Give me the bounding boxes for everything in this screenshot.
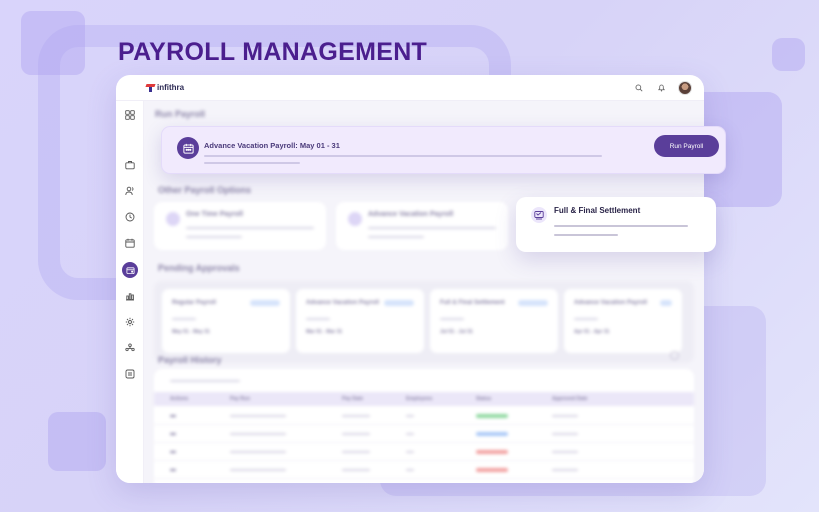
calendar-icon[interactable]: [124, 237, 136, 249]
pending-date: May 01 - May 31: [172, 329, 210, 335]
users-icon[interactable]: [124, 185, 136, 197]
pending-approvals: Regular Payroll May 01 - May 31 Advance …: [154, 281, 694, 363]
column-header: Actions: [170, 396, 189, 402]
status-pill-blue: [476, 432, 508, 436]
advance-vacation-icon: [348, 212, 362, 226]
bg-square-top-right: [772, 38, 805, 71]
column-header: Employees: [406, 396, 433, 402]
briefcase-icon[interactable]: [124, 159, 136, 171]
option-card-one-time[interactable]: One Time Payroll: [154, 202, 326, 250]
status-badge: [250, 300, 280, 306]
sidebar: [116, 101, 144, 483]
search-icon[interactable]: [634, 83, 644, 93]
brand-logo[interactable]: infithra: [146, 83, 184, 92]
column-header: Pay Run: [230, 396, 251, 402]
pending-name: Regular Payroll: [172, 300, 217, 306]
table-row[interactable]: [154, 443, 694, 461]
status-pill-red: [476, 450, 508, 454]
logo-text: infithra: [157, 83, 185, 92]
page-heading: PAYROLL MANAGEMENT: [118, 38, 428, 66]
status-pill-green: [476, 414, 508, 418]
run-payroll-title: Advance Vacation Payroll: May 01 - 31: [204, 141, 340, 150]
logo-mark-icon: [146, 83, 155, 92]
run-payroll-button[interactable]: Run Payroll: [654, 135, 719, 157]
table-row[interactable]: [154, 407, 694, 425]
pending-name: Advance Vacation Payroll: [574, 300, 648, 306]
section-title-pending: Pending Approvals: [158, 263, 240, 273]
document-icon[interactable]: [124, 368, 136, 380]
column-header: Status: [476, 396, 492, 402]
clock-icon[interactable]: [124, 211, 136, 223]
pending-name: Full & Final Settlement: [440, 300, 505, 306]
dashboard-icon[interactable]: [124, 109, 136, 121]
pending-name: Advance Vacation Payroll: [306, 300, 380, 306]
table-row[interactable]: [154, 425, 694, 443]
full-final-settlement-title: Full & Final Settlement: [554, 206, 641, 215]
column-header: Pay Date: [342, 396, 364, 402]
option-label: One Time Payroll: [186, 211, 244, 218]
pending-card[interactable]: Full & Final Settlement Jul 01 - Jul 31: [430, 289, 558, 353]
table-row[interactable]: [154, 461, 694, 479]
status-badge: [518, 300, 548, 306]
section-title-run-payroll: Run Payroll: [155, 109, 206, 119]
user-avatar[interactable]: [678, 80, 692, 95]
calendar-icon: [177, 137, 199, 159]
status-badge: [660, 300, 672, 306]
pending-date: Apr 01 - Apr 31: [574, 329, 610, 335]
status-badge: [384, 300, 414, 306]
section-title-other-options: Other Payroll Options: [158, 185, 252, 195]
bg-square-bottom-left: [48, 412, 106, 471]
option-label: Advance Vacation Payroll: [368, 211, 454, 218]
team-icon[interactable]: [124, 342, 136, 354]
settlement-icon: [531, 207, 547, 223]
pending-date: Jul 01 - Jul 31: [440, 329, 473, 335]
option-card-advance-vacation[interactable]: Advance Vacation Payroll: [336, 202, 508, 250]
payroll-icon[interactable]: [122, 262, 138, 278]
gear-icon[interactable]: [124, 316, 136, 328]
status-pill-red: [476, 468, 508, 472]
one-time-icon: [166, 212, 180, 226]
table-header-row: Actions Pay Run Pay Date Employees Statu…: [154, 392, 694, 406]
pending-card[interactable]: Advance Vacation Payroll Mar 01 - Mar 31: [296, 289, 424, 353]
run-payroll-banner: Advance Vacation Payroll: May 01 - 31 Ru…: [161, 126, 726, 174]
history-filter-icon[interactable]: [670, 351, 679, 360]
section-title-history: Payroll History: [158, 355, 222, 365]
top-bar: infithra: [116, 75, 704, 101]
bell-icon[interactable]: [656, 83, 666, 93]
chart-icon[interactable]: [124, 290, 136, 302]
pending-card[interactable]: Regular Payroll May 01 - May 31: [162, 289, 290, 353]
column-header: Approved Date: [552, 396, 588, 402]
pending-card[interactable]: Advance Vacation Payroll Apr 01 - Apr 31: [564, 289, 682, 353]
pending-date: Mar 01 - Mar 31: [306, 329, 343, 335]
payroll-history-table: Actions Pay Run Pay Date Employees Statu…: [154, 369, 694, 483]
full-final-settlement-card[interactable]: Full & Final Settlement: [516, 197, 716, 252]
